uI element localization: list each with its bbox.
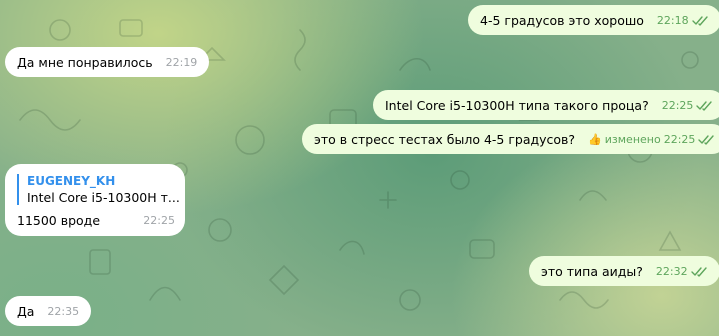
double-check-icon xyxy=(691,15,708,26)
message-meta: 22:25 xyxy=(662,99,714,112)
message-bubble-outgoing[interactable]: 4-5 градусов это хорошо 22:18 xyxy=(468,5,719,35)
message-text: Да мне понравилось xyxy=(17,55,153,70)
message-time: 22:18 xyxy=(656,14,689,27)
message-bubble-incoming[interactable]: Да мне понравилось 22:19 xyxy=(5,47,210,77)
message-time: 22:25 xyxy=(661,99,694,112)
message-time: 22:35 xyxy=(47,305,80,318)
message-text: это в стресс тестах было 4-5 градусов? xyxy=(314,132,576,147)
message-time: 22:25 xyxy=(663,133,696,146)
message-bubble-incoming[interactable]: Да 22:35 xyxy=(5,296,92,326)
message-text: 4-5 градусов это хорошо xyxy=(480,13,644,28)
message-bubble-outgoing[interactable]: это типа аиды? 22:32 xyxy=(529,256,719,286)
message-meta: 22:19 xyxy=(166,56,198,69)
double-check-icon xyxy=(698,134,715,145)
message-meta: 22:25 xyxy=(143,214,175,227)
message-meta: 22:35 xyxy=(47,305,79,318)
message-meta: 22:32 xyxy=(656,265,708,278)
message-time: 22:32 xyxy=(655,265,688,278)
double-check-icon xyxy=(696,100,713,111)
message-bubble-outgoing[interactable]: это в стресс тестах было 4-5 градусов? 👍… xyxy=(302,124,719,154)
message-time: 22:25 xyxy=(143,214,175,227)
message-text: это типа аиды? xyxy=(541,264,643,279)
message-bubble-outgoing[interactable]: Intel Core i5-10300H типа такого проца? … xyxy=(373,90,719,120)
edited-label: изменено xyxy=(604,133,661,146)
message-meta: 👍 изменено 22:25 xyxy=(588,133,715,146)
reply-text: Intel Core i5-10300H т... xyxy=(27,190,180,205)
message-bubble-incoming-reply[interactable]: EUGENEY_KH Intel Core i5-10300H т... 115… xyxy=(5,164,185,236)
double-check-icon xyxy=(690,266,707,277)
message-text: 11500 вроде xyxy=(17,213,101,228)
reply-quote[interactable]: EUGENEY_KH Intel Core i5-10300H т... xyxy=(17,174,180,205)
thumbs-up-icon: 👍 xyxy=(588,133,602,146)
message-text: Да xyxy=(17,304,35,319)
reply-author: EUGENEY_KH xyxy=(27,174,116,188)
message-meta: 22:18 xyxy=(657,14,709,27)
message-body: 11500 вроде 22:25 xyxy=(17,213,175,228)
message-text: Intel Core i5-10300H типа такого проца? xyxy=(385,98,649,113)
message-time: 22:19 xyxy=(165,56,198,69)
